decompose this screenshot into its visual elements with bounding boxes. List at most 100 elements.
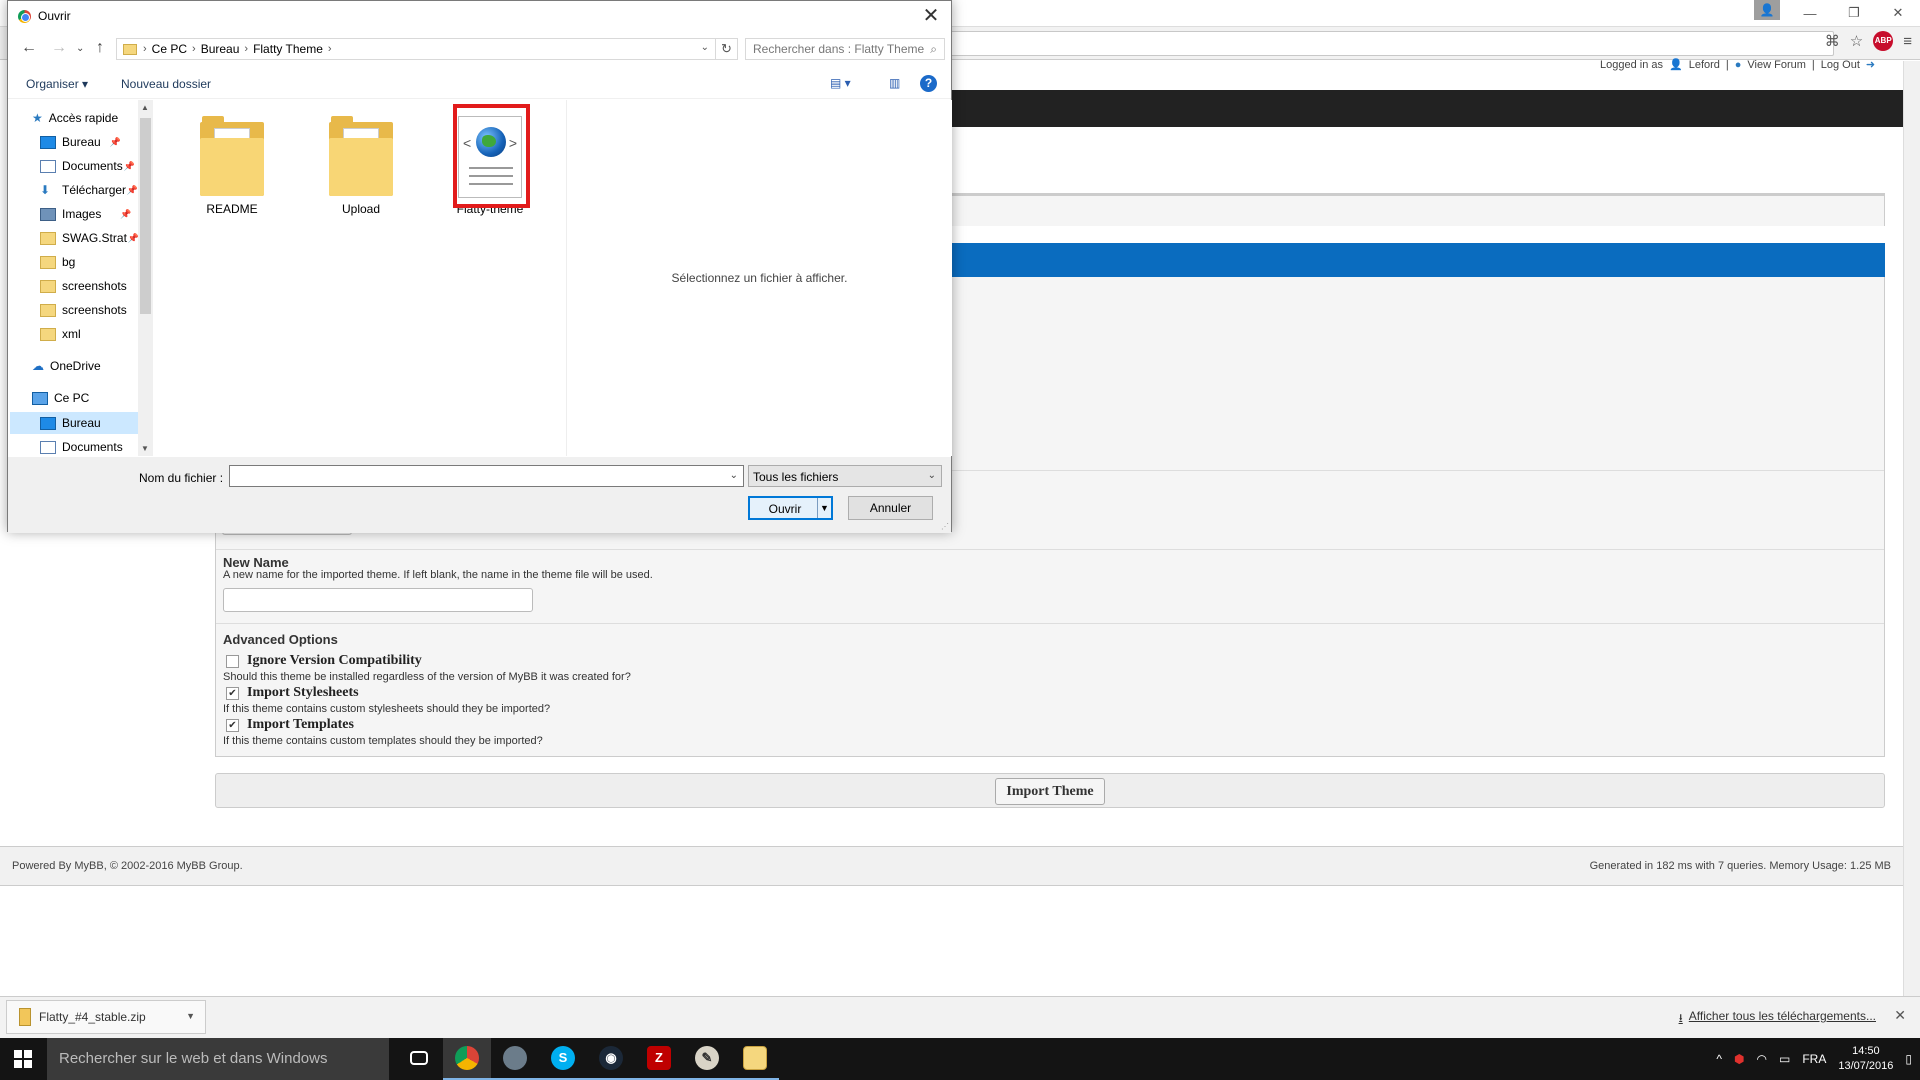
import-templates-checkbox[interactable]: ✔: [226, 718, 239, 732]
user-icon[interactable]: 👤: [1754, 0, 1780, 20]
start-button[interactable]: [0, 1038, 45, 1080]
close-icon[interactable]: ✕: [1894, 1007, 1906, 1024]
breadcrumb-item[interactable]: Bureau: [196, 42, 245, 56]
file-item-readme[interactable]: README: [182, 116, 282, 216]
taskbar: Rechercher sur le web et dans Windows S …: [0, 1038, 1920, 1080]
task-view-icon[interactable]: [395, 1038, 443, 1080]
recent-locations-icon[interactable]: ⌄: [76, 43, 84, 54]
download-icon: ⭳: [1678, 1011, 1683, 1025]
option-label: Ignore Version Compatibility: [247, 653, 422, 668]
scroll-down-icon[interactable]: ▼: [141, 444, 149, 453]
nav-this-pc[interactable]: Ce PC: [32, 391, 89, 405]
language-indicator[interactable]: FRA: [1802, 1052, 1826, 1066]
ignore-version-checkbox[interactable]: [226, 654, 239, 668]
chrome-icon[interactable]: [443, 1038, 491, 1080]
filename-field[interactable]: ⌄: [229, 465, 744, 487]
import-stylesheets-checkbox[interactable]: ✔: [226, 686, 239, 700]
chevron-up-icon[interactable]: ^: [1716, 1052, 1722, 1066]
file-item-upload[interactable]: Upload: [311, 116, 411, 216]
restore-button[interactable]: ❐: [1832, 5, 1876, 21]
nav-quick-access[interactable]: ★ Accès rapide: [32, 111, 118, 125]
open-button[interactable]: Ouvrir ▼: [748, 496, 833, 520]
nav-folder-xml[interactable]: xml: [40, 327, 81, 341]
wifi-icon[interactable]: ◠: [1757, 1052, 1767, 1066]
refresh-icon[interactable]: ↻: [716, 38, 738, 60]
option-desc: If this theme contains custom stylesheet…: [223, 703, 551, 715]
nav-documents[interactable]: Documents 📌: [40, 159, 135, 173]
translate-icon[interactable]: ⌘: [1825, 32, 1840, 50]
footer-copyright: Powered By MyBB, © 2002-2016 MyBB Group.: [12, 860, 243, 872]
nav-documents-pc[interactable]: Documents: [40, 440, 123, 454]
selection-highlight-box: [453, 104, 530, 208]
cancel-button[interactable]: Annuler: [848, 496, 933, 520]
paint-icon[interactable]: ✎: [683, 1038, 731, 1080]
acrobat-icon[interactable]: ⬢: [1734, 1052, 1744, 1066]
view-forum-link[interactable]: View Forum: [1747, 59, 1805, 71]
documents-icon: [40, 440, 56, 454]
help-icon[interactable]: ?: [920, 75, 937, 92]
logout-arrow-icon: ➜: [1865, 59, 1876, 71]
menu-icon[interactable]: ≡: [1903, 33, 1912, 50]
close-window-button[interactable]: ✕: [1876, 5, 1920, 21]
adblock-icon[interactable]: ABP: [1873, 31, 1894, 51]
import-theme-button[interactable]: Import Theme: [995, 778, 1105, 805]
close-dialog-button[interactable]: ✕: [917, 3, 945, 29]
dialog-titlebar: Ouvrir ✕: [8, 1, 951, 31]
option-import-stylesheets[interactable]: ✔ Import Stylesheets: [226, 685, 359, 701]
address-bar[interactable]: [950, 31, 1834, 56]
new-folder-button[interactable]: Nouveau dossier: [121, 77, 211, 91]
preview-pane-icon[interactable]: ▥: [889, 76, 900, 90]
user-link[interactable]: Leford: [1689, 59, 1720, 71]
filetype-select[interactable]: Tous les fichiers ⌄: [748, 465, 942, 487]
minimize-button[interactable]: —: [1788, 6, 1832, 21]
organize-button[interactable]: Organiser ▾: [26, 77, 88, 91]
clock[interactable]: 14:50 13/07/2016: [1838, 1044, 1893, 1074]
chevron-down-icon[interactable]: ▼: [186, 1011, 195, 1021]
option-ignore-version[interactable]: Ignore Version Compatibility: [226, 653, 422, 669]
search-input[interactable]: Rechercher dans : Flatty Theme ⌕: [745, 38, 945, 60]
up-arrow-icon[interactable]: ↑: [96, 39, 104, 57]
nav-folder-swag[interactable]: SWAG.Strat 📌: [40, 231, 139, 245]
breadcrumb-item[interactable]: Ce PC: [147, 42, 192, 56]
nav-scrollbar[interactable]: ▲ ▼: [138, 100, 153, 456]
nav-folder-screenshots[interactable]: screenshots: [40, 279, 127, 293]
view-options-icon[interactable]: ▤ ▾: [830, 76, 851, 90]
bookmark-star-icon[interactable]: ☆: [1850, 32, 1863, 50]
filezilla-icon[interactable]: Z: [635, 1038, 683, 1080]
nav-folder-bg[interactable]: bg: [40, 255, 75, 269]
forward-arrow-icon[interactable]: →: [51, 39, 67, 57]
steam-icon[interactable]: ◉: [587, 1038, 635, 1080]
scroll-thumb[interactable]: [140, 118, 151, 314]
option-import-templates[interactable]: ✔ Import Templates: [226, 717, 354, 733]
page-scrollbar[interactable]: [1903, 61, 1920, 996]
nav-onedrive[interactable]: ☁ OneDrive: [32, 359, 101, 373]
command-bar: Organiser ▾ Nouveau dossier ▤ ▾ ▥ ?: [8, 69, 951, 99]
breadcrumb[interactable]: › Ce PC › Bureau › Flatty Theme › ⌄: [116, 38, 716, 60]
nav-folder-screenshots-2[interactable]: screenshots: [40, 303, 127, 317]
nav-bureau-pc[interactable]: Bureau: [10, 412, 138, 434]
star-icon: ★: [32, 111, 43, 125]
scroll-up-icon[interactable]: ▲: [141, 103, 149, 112]
open-label: Ouvrir: [768, 502, 802, 516]
app-icon[interactable]: [491, 1038, 539, 1080]
nav-images[interactable]: Images 📌: [40, 207, 131, 221]
chevron-down-icon[interactable]: ⌄: [701, 42, 709, 53]
log-out-link[interactable]: Log Out: [1821, 59, 1860, 71]
notification-icon[interactable]: ▭: [1779, 1052, 1790, 1066]
new-name-input[interactable]: [223, 588, 533, 612]
folder-icon: [123, 43, 137, 55]
resize-grip-icon[interactable]: ⋰: [941, 522, 949, 531]
skype-icon[interactable]: S: [539, 1038, 587, 1080]
back-arrow-icon[interactable]: ←: [21, 39, 37, 57]
breadcrumb-item[interactable]: Flatty Theme: [248, 42, 328, 56]
taskbar-search[interactable]: Rechercher sur le web et dans Windows: [47, 1038, 389, 1080]
nav-bureau[interactable]: Bureau 📌: [40, 135, 121, 149]
folder-icon: [40, 231, 56, 245]
open-split-arrow-icon[interactable]: ▼: [817, 498, 831, 518]
explorer-icon[interactable]: [731, 1038, 779, 1080]
chevron-down-icon[interactable]: ⌄: [730, 470, 738, 481]
show-all-downloads-link[interactable]: ⭳ Afficher tous les téléchargements...: [1679, 1009, 1876, 1030]
action-center-icon[interactable]: ▯: [1905, 1052, 1912, 1066]
nav-downloads[interactable]: ⬇ Télécharger 📌: [40, 183, 138, 197]
download-item[interactable]: Flatty_#4_stable.zip ▼: [6, 1000, 206, 1034]
